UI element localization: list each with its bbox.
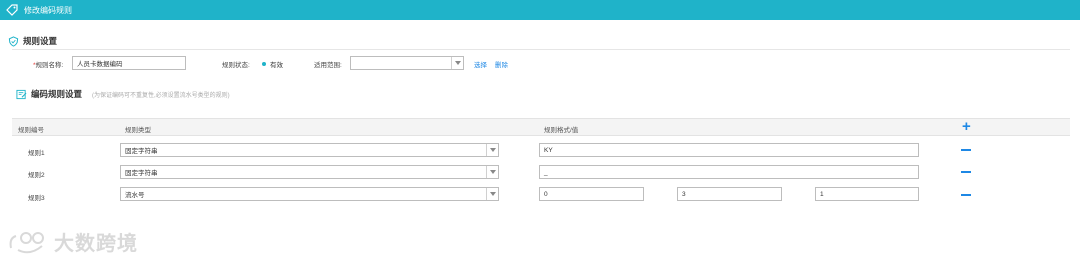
row-name: 规则3	[28, 195, 45, 202]
col-header-rule-no: 规则编号	[18, 127, 44, 134]
chevron-down-icon[interactable]	[451, 57, 463, 69]
status-valid-radio[interactable]: 有效	[262, 59, 283, 69]
rule-value-input[interactable]: _	[539, 165, 919, 179]
remove-rule-button[interactable]	[961, 171, 971, 173]
watermark-text: 大数跨境	[54, 233, 138, 255]
code-rule-settings-title: 编码规则设置	[31, 89, 83, 99]
delete-link[interactable]: 删除	[495, 59, 508, 69]
section-divider	[12, 49, 1070, 50]
row-name: 规则1	[28, 150, 45, 157]
select-link[interactable]: 选择	[474, 59, 487, 69]
rule-type-select[interactable]: 固定字符串	[120, 143, 499, 157]
apply-scope-select[interactable]	[350, 56, 464, 70]
rule-settings-header: 规则设置	[8, 35, 57, 47]
rule-name-input[interactable]: 人员卡数据编码	[72, 56, 186, 70]
code-rule-settings-header: 编码规则设置 (为保证编码可不重复性,必须设置流水号类型的规则)	[16, 88, 230, 100]
row-name: 规则2	[28, 172, 45, 179]
chevron-down-icon[interactable]	[486, 188, 498, 200]
add-rule-button[interactable]: +	[962, 119, 971, 134]
chevron-down-icon[interactable]	[486, 166, 498, 178]
remove-rule-button[interactable]	[961, 149, 971, 151]
window-title: 修改编码规则	[24, 5, 72, 15]
apply-scope-label: 适用范围:	[314, 62, 342, 69]
serial-start-input[interactable]: 0	[539, 187, 644, 201]
rule-value-input[interactable]: KY	[539, 143, 919, 157]
rule-status-label: 规则状态:	[222, 62, 250, 69]
serial-step-input[interactable]: 1	[815, 187, 919, 201]
watermark: 大数跨境	[8, 227, 138, 256]
col-header-rule-format: 规则格式/值	[544, 127, 579, 134]
tag-icon	[6, 4, 18, 16]
radio-dot-icon	[262, 62, 266, 66]
watermark-logo-icon	[9, 231, 44, 253]
rule-type-select[interactable]: 流水号	[120, 187, 499, 201]
rule-name-label: *规则名称:	[33, 62, 64, 69]
rule-type-select[interactable]: 固定字符串	[120, 165, 499, 179]
rule-settings-title: 规则设置	[23, 36, 58, 46]
shield-icon	[8, 35, 19, 47]
col-header-rule-type: 规则类型	[125, 127, 151, 134]
code-rule-hint: (为保证编码可不重复性,必须设置流水号类型的规则)	[92, 92, 230, 99]
edit-document-icon	[16, 89, 27, 99]
remove-rule-button[interactable]	[961, 194, 971, 196]
chevron-down-icon[interactable]	[486, 144, 498, 156]
serial-length-input[interactable]: 3	[677, 187, 782, 201]
table-header	[12, 118, 1070, 136]
window-title-bar: 修改编码规则	[0, 0, 1080, 20]
